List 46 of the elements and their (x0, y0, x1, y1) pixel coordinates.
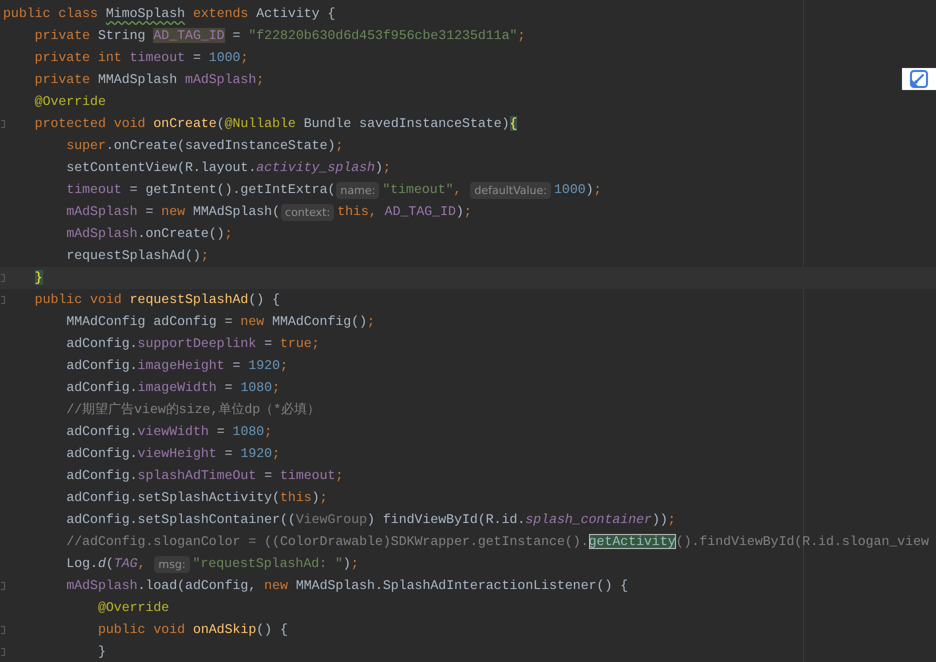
code-text: //adConfig.sloganColor = ((ColorDrawable)SDKWrapper.getInstance().getActivity().findViewById(R.id.slogan_view (65, 533, 929, 551)
code-text: mAdSplash = new MMAdSplash( (65, 203, 280, 221)
code-text: Log.d(TAG, (65, 555, 146, 573)
code-text: protected void onCreate(@Nullable Bundle savedInstanceState){ (34, 115, 518, 133)
code-text: adConfig.imageHeight = 1920; (65, 357, 288, 375)
fold-marker-icon[interactable] (1, 274, 5, 282)
floating-toolbar-button[interactable] (902, 68, 936, 90)
code-text: public class MimoSplash extends Activity { (3, 5, 336, 23)
code-text: private String AD_TAG_ID = "f22820b630d6d453f956cbe31235d11a"; (34, 27, 526, 45)
code-text: timeout = getIntent().getIntExtra( (65, 181, 336, 199)
parameter-hint: context: (281, 204, 334, 220)
code-text: } (96, 643, 106, 661)
code-text: super.onCreate(savedInstanceState); (65, 137, 344, 155)
code-text: mAdSplash.onCreate(); (65, 225, 233, 243)
code-text: setContentView(R.layout.activity_splash); (65, 159, 391, 177)
code-text: @Override (34, 93, 106, 111)
code-text: public void onAdSkip() { (96, 621, 288, 639)
code-text: @Override (96, 599, 170, 617)
code-text: adConfig.setSplashActivity(this); (65, 489, 328, 507)
code-text: mAdSplash.load(adConfig, new MMAdSplash.SplashAdInteractionListener() { (65, 577, 628, 595)
parameter-hint: name: (336, 182, 380, 198)
code-text: MMAdConfig adConfig = new MMAdConfig(); (65, 313, 375, 331)
fold-marker-icon[interactable] (1, 296, 5, 304)
parameter-hint: msg: (154, 556, 190, 572)
fold-marker-icon[interactable] (1, 582, 5, 590)
code-text: adConfig.supportDeeplink = true; (65, 335, 320, 353)
code-text: private int timeout = 1000; (34, 49, 248, 67)
code-text: adConfig.splashAdTimeOut = timeout; (65, 467, 344, 485)
pen-square-icon (910, 70, 928, 88)
code-text: "timeout", (382, 181, 462, 199)
code-text: adConfig.viewWidth = 1080; (65, 423, 272, 441)
code-text: requestSplashAd(); (65, 247, 209, 265)
fold-marker-icon[interactable] (1, 648, 5, 656)
code-text: "requestSplashAd: "); (192, 555, 359, 573)
code-text: adConfig.imageWidth = 1080; (65, 379, 280, 397)
code-text: adConfig.viewHeight = 1920; (65, 445, 280, 463)
code-text: //期望广告view的size,单位dp（*必填） (65, 401, 320, 419)
code-text: } (34, 269, 43, 287)
parameter-hint: defaultValue: (470, 182, 551, 198)
code-text: 1000); (554, 181, 602, 199)
fold-marker-icon[interactable] (1, 120, 5, 128)
code-text: this, AD_TAG_ID); (337, 203, 472, 221)
code-text: public void requestSplashAd() { (34, 291, 280, 309)
code-text: private MMAdSplash mAdSplash; (34, 71, 264, 89)
fold-marker-icon[interactable] (1, 626, 5, 634)
code-text: adConfig.setSplashContainer((ViewGroup) findViewById(R.id.splash_container)); (65, 511, 676, 529)
